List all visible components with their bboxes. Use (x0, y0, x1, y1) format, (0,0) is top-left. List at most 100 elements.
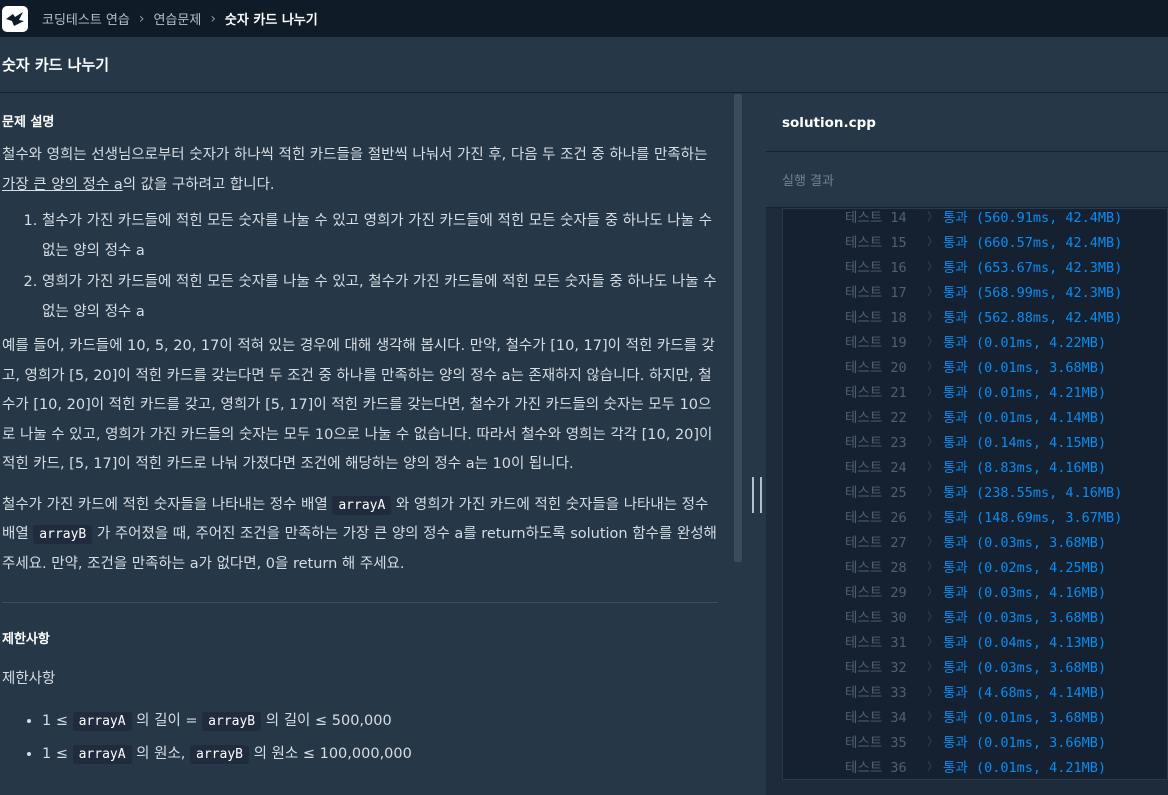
result-row: 테스트 33 〉 통과 (4.68ms, 4.14MB) (845, 678, 1106, 703)
pass-text: 통과 (943, 684, 968, 701)
test-status: 통과 (0.03ms, 4.16MB) (943, 584, 1107, 601)
result-row: 테스트 20 〉 통과 (0.01ms, 3.68MB) (845, 353, 1106, 378)
limit-text: 의 길이 ≤ 500,000 (261, 713, 392, 729)
test-status: 통과 (560.91ms, 42.4MB) (943, 209, 1123, 226)
test-status: 통과 (148.69ms, 3.67MB) (943, 509, 1123, 526)
test-time: 0.14ms (984, 434, 1033, 451)
chevron-right-icon: 〉 (927, 484, 938, 498)
test-time: 0.01ms (984, 734, 1033, 751)
test-status: 통과 (4.68ms, 4.14MB) (943, 684, 1107, 701)
test-number: 14 (890, 209, 907, 226)
example-paragraph: 예를 들어, 카드들에 10, 5, 20, 17이 적혀 있는 경우에 대해 … (2, 338, 715, 472)
code-arrayA: arrayA (332, 495, 392, 515)
pass-text: 통과 (943, 284, 968, 301)
limits-list: 1 ≤ arrayA 의 길이 = arrayB 의 길이 ≤ 500,000 … (2, 705, 718, 771)
test-time: 660.57ms (984, 234, 1050, 251)
programmers-logo-icon[interactable] (2, 5, 28, 32)
test-number: 33 (890, 684, 907, 701)
problem-description-panel[interactable]: 문제 설명 철수와 영희는 선생님으로부터 숫자가 하나씩 적힌 카드들을 절반… (0, 94, 733, 795)
test-label: 테스트 24 (845, 456, 927, 476)
pass-text: 통과 (943, 359, 968, 376)
limit-text: 의 원소 ≤ 100,000,000 (249, 746, 412, 762)
test-time: 653.67ms (984, 259, 1050, 276)
result-row: 테스트 35 〉 통과 (0.01ms, 3.66MB) (845, 728, 1106, 753)
result-row: 테스트 30 〉 통과 (0.03ms, 3.68MB) (845, 603, 1106, 628)
test-time: 4.68ms (984, 684, 1033, 701)
test-label-text: 테스트 (845, 709, 883, 726)
result-row: 테스트 19 〉 통과 (0.01ms, 4.22MB) (845, 328, 1106, 353)
test-memory: 3.68MB (1049, 359, 1098, 376)
file-tab-label: solution.cpp (782, 114, 876, 131)
test-memory: 42.4MB (1065, 209, 1115, 226)
result-row: 테스트 28 〉 통과 (0.02ms, 4.25MB) (845, 553, 1106, 578)
section-title-description: 문제 설명 (2, 115, 55, 130)
test-status: 통과 (0.01ms, 3.68MB) (943, 709, 1107, 726)
test-number: 15 (890, 234, 907, 251)
test-label: 테스트 19 (845, 331, 927, 351)
pass-text: 통과 (943, 609, 968, 626)
problem-content: 문제 설명 철수와 영희는 선생님으로부터 숫자가 하나씩 적힌 카드들을 절반… (2, 94, 718, 771)
resize-handle-icon[interactable] (752, 477, 762, 513)
test-label-text: 테스트 (845, 284, 883, 301)
test-number: 25 (890, 484, 907, 501)
test-label: 테스트 26 (845, 506, 927, 526)
limit-text: 의 길이 = (131, 713, 203, 729)
condition-list: 철수가 가진 카드들에 적힌 모든 숫자를 나눌 수 있고 영희가 가진 카드들… (2, 207, 718, 327)
test-label-text: 테스트 (845, 409, 883, 426)
test-memory: 4.22MB (1049, 334, 1098, 351)
task-text: 철수가 가진 카드에 적힌 숫자들을 나타내는 정수 배열 (2, 496, 333, 513)
chevron-right-icon: 〉 (927, 284, 938, 298)
pass-text: 통과 (943, 309, 968, 326)
chevron-right-icon: 〉 (927, 359, 938, 373)
test-status: 통과 (8.83ms, 4.16MB) (943, 459, 1107, 476)
pass-text: 통과 (943, 534, 968, 551)
test-time: 0.01ms (984, 409, 1033, 426)
test-status: 통과 (0.01ms, 4.22MB) (943, 334, 1107, 351)
test-number: 29 (890, 584, 907, 601)
test-status: 통과 (0.04ms, 4.13MB) (943, 634, 1107, 651)
test-label-text: 테스트 (845, 384, 883, 401)
test-memory: 4.14MB (1049, 684, 1098, 701)
chevron-right-icon: 〉 (927, 334, 938, 348)
chevron-right-icon: 〉 (927, 609, 938, 623)
test-number: 34 (890, 709, 907, 726)
test-label: 테스트 27 (845, 531, 927, 551)
result-row: 테스트 34 〉 통과 (0.01ms, 3.68MB) (845, 703, 1106, 728)
description-scrollbar[interactable] (734, 94, 742, 562)
test-label-text: 테스트 (845, 434, 883, 451)
test-time: 0.02ms (984, 559, 1033, 576)
breadcrumb-item-coding-test[interactable]: 코딩테스트 연습 (42, 9, 130, 28)
test-label: 테스트 15 (845, 231, 927, 251)
chevron-right-icon: 〉 (927, 584, 938, 598)
panel-divider[interactable] (742, 94, 766, 795)
test-status: 통과 (0.01ms, 4.21MB) (943, 759, 1107, 776)
result-output[interactable]: 테스트 14 〉 통과 (560.91ms, 42.4MB) 테스트 15 〉 통과 (6… (782, 208, 1168, 780)
chevron-right-icon: › (138, 10, 145, 27)
code-arrayA: arrayA (72, 712, 132, 731)
test-memory: 4.16MB (1049, 459, 1098, 476)
chevron-right-icon: 〉 (927, 709, 938, 723)
pass-text: 통과 (943, 209, 968, 226)
test-memory: 4.21MB (1049, 759, 1098, 776)
code-arrayB: arrayB (190, 745, 249, 764)
file-tab[interactable]: solution.cpp (766, 94, 1168, 152)
pass-text: 통과 (943, 459, 968, 476)
chevron-right-icon: 〉 (927, 534, 938, 548)
limit-text: 의 원소, (131, 746, 191, 762)
task-text: 가 주어졌을 때, 주어진 조건을 만족하는 가장 큰 양의 정수 a를 ret… (2, 526, 717, 572)
test-number: 24 (890, 459, 907, 476)
task-paragraph: 철수가 가진 카드에 적힌 숫자들을 나타내는 정수 배열 arrayA 와 영… (2, 491, 718, 580)
top-navigation-bar: 코딩테스트 연습 › 연습문제 › 숫자 카드 나누기 (0, 0, 1168, 37)
test-label: 테스트 14 (845, 209, 927, 226)
test-label: 테스트 18 (845, 306, 927, 326)
condition-item: 영희가 가진 카드들에 적힌 모든 숫자를 나눌 수 있고, 철수가 가진 카드… (42, 268, 718, 327)
test-memory: 4.16MB (1065, 484, 1115, 501)
breadcrumb-item-practice[interactable]: 연습문제 (153, 9, 201, 28)
test-label-text: 테스트 (845, 609, 883, 626)
pass-text: 통과 (943, 759, 968, 776)
test-memory: 4.14MB (1049, 409, 1098, 426)
test-status: 통과 (0.02ms, 4.25MB) (943, 559, 1107, 576)
challenge-title-bar: 숫자 카드 나누기 (0, 37, 1168, 93)
limits-subtitle: 제한사항 (2, 671, 56, 687)
test-label-text: 테스트 (845, 584, 883, 601)
